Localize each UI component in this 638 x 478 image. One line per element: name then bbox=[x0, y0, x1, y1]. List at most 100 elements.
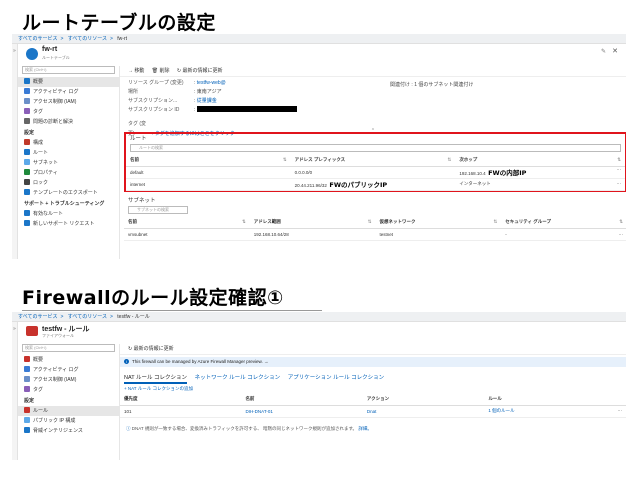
firewall-icon bbox=[26, 326, 38, 336]
column-header[interactable]: 名前 ⇅ bbox=[124, 217, 250, 229]
sidebar-item-activity-log[interactable]: アクティビティ ログ bbox=[18, 365, 119, 375]
table-row[interactable]: vmsubnet 192.168.10.64/28 testnet - ··· bbox=[124, 228, 627, 241]
sidebar-item-effective-routes[interactable]: 有効なルート bbox=[18, 209, 119, 219]
dnat-footer-note: ⓘ DNAT 規則が一致する場合、変換済みトラフィックを許可する、 暗黙の同じネ… bbox=[126, 425, 372, 431]
routes-header-row: 名前 ⇅ アドレス プレフィックス ⇅ 次ホップ ⇅ bbox=[126, 155, 625, 167]
route-name: default bbox=[126, 166, 291, 179]
routes-table: 名前 ⇅ アドレス プレフィックス ⇅ 次ホップ ⇅ default 0.0.0.0/… bbox=[126, 155, 625, 191]
sidebar-item-support-request[interactable]: 新しいサポート リクエスト bbox=[18, 219, 119, 229]
sidebar-item-locks[interactable]: ロック bbox=[18, 178, 119, 188]
close-icon[interactable]: ✕ bbox=[612, 47, 618, 55]
sidebar-item-public-ip[interactable]: パブリック IP 構成 bbox=[18, 416, 119, 426]
more-icon[interactable]: ··· bbox=[619, 232, 627, 237]
sidebar-item-iam[interactable]: アクセス制御 (IAM) bbox=[18, 97, 119, 107]
route-hop-cell: インターネット ··· bbox=[455, 178, 626, 191]
table-row[interactable]: internet 20.44.211.96/32 FWのパブリックIP インター… bbox=[126, 178, 626, 191]
sidebar-item-iam[interactable]: アクセス制御 (IAM) bbox=[18, 375, 119, 385]
table-row[interactable]: default 0.0.0.0/0 192.168.10.4 FWの内部IP ··… bbox=[126, 166, 626, 179]
column-header[interactable]: アドレス範囲 ⇅ bbox=[249, 217, 376, 229]
details-link[interactable]: 詳細。 bbox=[358, 426, 372, 431]
rule-action-link[interactable]: Dnat bbox=[367, 409, 377, 414]
essentials: リソース グループ (変更): testfw-web@ 場所: 東南アジア サブ… bbox=[120, 77, 626, 119]
breadcrumb-item[interactable]: すべてのサービス bbox=[18, 314, 57, 320]
main-content: → 移動 🗑 削除 ↻ 最新の情報に更新 リソース グループ (変更): tes… bbox=[120, 66, 626, 259]
subnet-nsg-cell: - ··· bbox=[501, 228, 627, 241]
breadcrumb-item[interactable]: すべてのリソース bbox=[68, 314, 107, 320]
expand-chevron-icon[interactable]: » bbox=[13, 48, 16, 54]
sidebar-item-tags[interactable]: タグ bbox=[18, 107, 119, 117]
column-header[interactable]: アドレス プレフィックス ⇅ bbox=[290, 155, 456, 167]
delete-button[interactable]: 🗑 削除 bbox=[152, 68, 170, 74]
sidebar-item-properties[interactable]: プロパティ bbox=[18, 168, 119, 178]
rule-count-link[interactable]: 1 個のルール bbox=[488, 408, 514, 413]
column-header[interactable]: 次ホップ ⇅ bbox=[455, 155, 625, 167]
sidebar-item-threat-intel[interactable]: 脅威インテリジェンス bbox=[18, 426, 119, 436]
tag-icon bbox=[24, 386, 30, 392]
more-icon[interactable]: ··· bbox=[617, 167, 626, 172]
more-icon[interactable]: ··· bbox=[618, 408, 627, 413]
rules-icon bbox=[24, 407, 30, 413]
sidebar-item-diagnose[interactable]: 問題の診断と解決 bbox=[18, 117, 119, 127]
sort-icon: ⇅ bbox=[367, 219, 372, 225]
tab-application-rules[interactable]: アプリケーション ルール コレクション bbox=[288, 375, 384, 381]
sidebar-item-routes[interactable]: ルート bbox=[18, 148, 119, 158]
routes-title: ルート bbox=[130, 136, 147, 142]
column-header[interactable]: セキュリティ グループ ⇅ bbox=[501, 217, 626, 229]
sidebar-search-input[interactable]: 検索 (Ctrl+/) bbox=[22, 344, 115, 352]
sidebar-section-settings: 設定 bbox=[24, 130, 35, 136]
sidebar-item-tags[interactable]: タグ bbox=[18, 385, 119, 395]
column-header[interactable]: 仮想ネットワーク ⇅ bbox=[375, 217, 502, 229]
essentials-location: 場所: 東南アジア bbox=[128, 89, 222, 95]
resource-name: fw-rt bbox=[42, 46, 58, 53]
sidebar-item-overview[interactable]: 概要 bbox=[18, 355, 119, 365]
route-hop-cell: 192.168.10.4 FWの内部IP ··· bbox=[455, 166, 626, 179]
table-row[interactable]: 101 DIH-DNAT-01 Dnat 1 個のルール ··· bbox=[120, 405, 627, 418]
column-header[interactable]: アクション bbox=[362, 394, 485, 406]
sidebar-item-config[interactable]: 構成 bbox=[18, 138, 119, 148]
sidebar-search-input[interactable]: 検索 (Ctrl+/) bbox=[22, 66, 115, 74]
column-header[interactable]: 名前 bbox=[241, 394, 363, 406]
sidebar-item-overview[interactable]: 概要 bbox=[18, 77, 119, 87]
subnet-icon bbox=[24, 159, 30, 165]
resource-header: fw-rt ルートテーブル ✎ ✕ bbox=[18, 46, 620, 66]
column-header[interactable]: 優先度 bbox=[120, 394, 242, 406]
firewall-rules-portal: すべてのサービス > すべてのリソース > testfw - ルール » testf… bbox=[12, 312, 626, 460]
routes-search-input[interactable]: ルートの検索 bbox=[130, 144, 621, 152]
info-icon: ⓘ bbox=[126, 425, 131, 431]
resource-header: testfw - ルール ファイアウォール bbox=[18, 324, 620, 344]
breadcrumb-item[interactable]: すべてのリソース bbox=[68, 36, 107, 42]
toolbar: ↻ 最新の情報に更新 bbox=[120, 344, 626, 355]
annotation-fw-internal-ip: FWの内部IP bbox=[488, 169, 527, 177]
sidebar-item-activity-log[interactable]: アクティビティ ログ bbox=[18, 87, 119, 97]
breadcrumb: すべてのサービス > すべてのリソース > testfw - ルール bbox=[12, 312, 626, 322]
activity-log-icon bbox=[24, 88, 30, 94]
sidebar-item-rules[interactable]: ルール bbox=[18, 406, 119, 416]
activity-log-icon bbox=[24, 366, 30, 372]
effective-routes-icon bbox=[24, 210, 30, 216]
refresh-button[interactable]: ↻ 最新の情報に更新 bbox=[128, 346, 174, 352]
more-icon[interactable]: ··· bbox=[617, 181, 626, 186]
export-icon bbox=[24, 189, 30, 195]
breadcrumb-item[interactable]: すべてのサービス bbox=[18, 36, 57, 42]
essentials-subscription: サブスクリプション...: 従量課金 bbox=[128, 98, 217, 104]
add-nat-collection-link[interactable]: + NAT ルール コレクションの追加 bbox=[120, 384, 626, 394]
essentials-resource-group: リソース グループ (変更): testfw-web@ bbox=[128, 80, 226, 86]
annotation-fw-public-ip: FWのパブリックIP bbox=[329, 181, 388, 189]
tab-nat-rules[interactable]: NAT ルール コレクション bbox=[124, 375, 188, 384]
expand-chevron-icon[interactable]: » bbox=[13, 326, 16, 332]
sidebar: 検索 (Ctrl+/) 概要 アクティビティ ログ アクセス制御 (IAM) タ… bbox=[18, 344, 120, 460]
sidebar-item-export-template[interactable]: テンプレートのエクスポート bbox=[18, 188, 119, 198]
subnet-name: vmsubnet bbox=[124, 228, 250, 241]
sidebar-item-subnets[interactable]: サブネット bbox=[18, 158, 119, 168]
pin-icon[interactable]: ✎ bbox=[601, 48, 606, 55]
column-header[interactable]: 名前 ⇅ bbox=[126, 155, 291, 167]
sidebar-section-support: サポート + トラブルシューティング bbox=[24, 201, 105, 207]
column-header[interactable]: ルール bbox=[484, 394, 626, 406]
sort-icon: ⇅ bbox=[617, 157, 621, 163]
refresh-button[interactable]: ↻ 最新の情報に更新 bbox=[177, 68, 223, 74]
subnets-search-input[interactable]: サブネットの検索 bbox=[128, 206, 188, 214]
tab-network-rules[interactable]: ネットワーク ルール コレクション bbox=[195, 375, 281, 381]
rule-name-link[interactable]: DIH-DNAT-01 bbox=[245, 409, 272, 414]
firewall-manager-banner[interactable]: i This firewall can be managed by Azure F… bbox=[120, 357, 626, 367]
move-button[interactable]: → 移動 bbox=[128, 68, 144, 74]
